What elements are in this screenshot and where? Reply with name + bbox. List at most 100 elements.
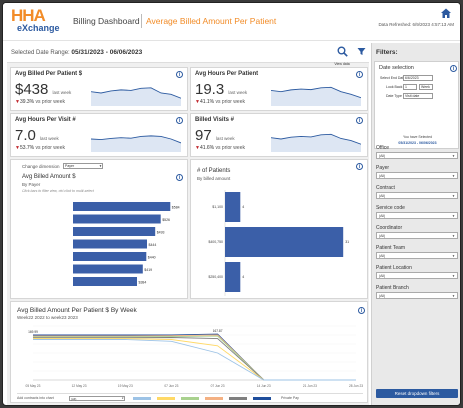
filter-select[interactable]: (All) ▼ [376, 232, 458, 239]
date-selection-box: Date selection i Select End Date 6/6/202… [374, 61, 459, 149]
hha-exchange-logo[interactable]: HHA eXchange [11, 6, 60, 37]
payer-bar-label: $419 [144, 268, 152, 272]
patients-category-label: $400,750 [208, 240, 223, 244]
info-icon[interactable]: i [356, 71, 363, 78]
kpi-vs-text: vs prior week [35, 145, 65, 151]
dimension-select[interactable]: Payer ▼ [63, 163, 103, 169]
chevron-down-icon: ▼ [99, 164, 102, 168]
kpi-value: 97 last week [195, 127, 235, 144]
patients-bar[interactable] [225, 262, 241, 292]
patients-bar[interactable] [225, 227, 344, 257]
payer-bar[interactable] [73, 202, 171, 211]
header: HHA eXchange Billing Dashboard Average B… [3, 3, 460, 41]
chevron-down-icon: ▼ [452, 274, 455, 278]
sparkline-area [91, 87, 181, 106]
view-data-label: View data [334, 62, 350, 66]
filter-select[interactable]: (All) ▼ [376, 272, 458, 279]
line-series[interactable] [33, 338, 356, 381]
info-icon[interactable]: i [176, 174, 183, 181]
kpi-change: ▼41.6% vs prior week [195, 145, 245, 151]
legend-private-pay: Private Pay [281, 396, 299, 400]
filter-select-value: (All) [379, 194, 386, 198]
filter-label: Payer [376, 165, 390, 171]
kpi-change: ▼39.3% vs prior week [15, 99, 65, 105]
title-divider [141, 14, 142, 28]
kpi-value-number: 97 [195, 127, 212, 144]
payer-bar-label: $384 [139, 281, 147, 285]
kpi-value-number: 7.0 [15, 127, 36, 144]
kpi-percent: 53.7% [19, 145, 35, 151]
info-icon[interactable]: i [356, 163, 363, 170]
legend-swatch[interactable] [157, 397, 175, 400]
date-selection-title: Date selection [379, 65, 414, 71]
legend-swatch[interactable] [205, 397, 223, 400]
look-back-unit: Week [421, 85, 430, 89]
view-data-button[interactable]: View data [333, 44, 351, 66]
filter-select-value: (All) [379, 234, 386, 238]
end-date-value: 6/6/2023 [405, 76, 419, 80]
date-type-select[interactable]: Visit date [403, 93, 433, 99]
filter-select[interactable]: (All) ▼ [376, 172, 458, 179]
look-back-unit-select[interactable]: Week [419, 84, 433, 90]
patients-bar-chart: $1,100 4 $400,750 31 $250,400 4 [208, 190, 349, 296]
filter-icon[interactable] [357, 47, 366, 56]
legend-swatch[interactable] [133, 397, 151, 400]
patients-bar-label: 4 [242, 275, 244, 279]
filter-select[interactable]: (All) ▼ [376, 212, 458, 219]
payer-bar[interactable] [73, 277, 137, 286]
payer-bar[interactable] [73, 264, 143, 274]
filter-select-value: (All) [379, 294, 386, 298]
kpi-vs-text: vs prior week [215, 99, 245, 105]
date-type-value: Visit date [405, 94, 420, 98]
logo-bottom-text: eXchange [17, 23, 60, 33]
info-icon[interactable]: i [358, 307, 365, 314]
patients-bar[interactable] [225, 192, 241, 222]
payer-bar[interactable] [73, 239, 147, 249]
billed-panel-subtitle: By Payer [22, 182, 41, 187]
look-back-input[interactable]: 1 [403, 84, 417, 90]
kpi-card-billed-visits[interactable]: Billed Visits # 97 last week ▼41.6% vs p… [190, 113, 368, 157]
page-subtitle: Average Billed Amount Per Patient [146, 16, 277, 26]
payer-bar[interactable] [73, 227, 156, 236]
date-range-label: Selected Date Range: 05/31/2023 - 06/06/… [11, 49, 142, 56]
kpi-title: Avg Billed Per Patient $ [15, 71, 83, 77]
line-chart-title: Avg Billed Amount Per Patient $ By Week [17, 307, 137, 314]
home-icon[interactable] [440, 7, 452, 19]
line-chart-x-tick: 14 Jun 23 [257, 384, 271, 388]
kpi-percent: 41.6% [199, 145, 215, 151]
kpi-card-avg-hours-per-patient[interactable]: Avg Hours Per Patient 19.3 last week ▼41… [190, 67, 368, 111]
line-series[interactable] [33, 333, 356, 381]
filter-select[interactable]: (All) ▼ [376, 252, 458, 259]
reset-filters-button[interactable]: Reset dropdown filters [376, 389, 458, 398]
filter-select[interactable]: (All) ▼ [376, 192, 458, 199]
legend-swatch[interactable] [229, 397, 247, 400]
filter-label: Coordinator [376, 225, 403, 231]
filter-label: Contract [376, 185, 395, 191]
billed-panel-hint: Click bars to filter view, ctrl-click to… [22, 189, 94, 193]
line-series[interactable] [33, 334, 356, 381]
payer-bar[interactable] [73, 214, 161, 224]
logo-top-text: HHA [11, 6, 46, 25]
kpi-unit: last week [52, 90, 72, 95]
info-icon[interactable]: i [176, 71, 183, 78]
filter-select[interactable]: (All) ▼ [376, 292, 458, 299]
line-chart-x-tick: 07 Jun 23 [164, 384, 178, 388]
kpi-card-avg-hours-per-visit[interactable]: Avg Hours Per Visit # 7.0 last week ▼53.… [10, 113, 188, 157]
kpi-change: ▼53.7% vs prior week [15, 145, 65, 151]
line-annotation: 169.99 [28, 330, 38, 334]
info-icon[interactable]: i [356, 117, 363, 124]
kpi-card-avg-billed-per-patient[interactable]: Avg Billed Per Patient $ $438 last week … [10, 67, 188, 111]
add-contracts-label: Add contracts into chart [17, 396, 54, 400]
chevron-down-icon: ▼ [452, 174, 455, 178]
legend-swatch[interactable] [253, 397, 271, 400]
legend-swatch[interactable] [181, 397, 199, 400]
payer-bar[interactable] [73, 252, 147, 261]
info-icon[interactable]: i [176, 117, 183, 124]
contracts-select[interactable]: (All) ▼ [69, 395, 125, 401]
filter-select[interactable]: (All) ▼ [376, 152, 458, 159]
line-series[interactable] [33, 339, 356, 381]
end-date-input[interactable]: 6/6/2023 [403, 75, 433, 81]
info-icon[interactable]: i [450, 65, 457, 72]
filter-label: Patient Branch [376, 285, 409, 291]
app-frame: HHA eXchange Billing Dashboard Average B… [2, 2, 461, 406]
